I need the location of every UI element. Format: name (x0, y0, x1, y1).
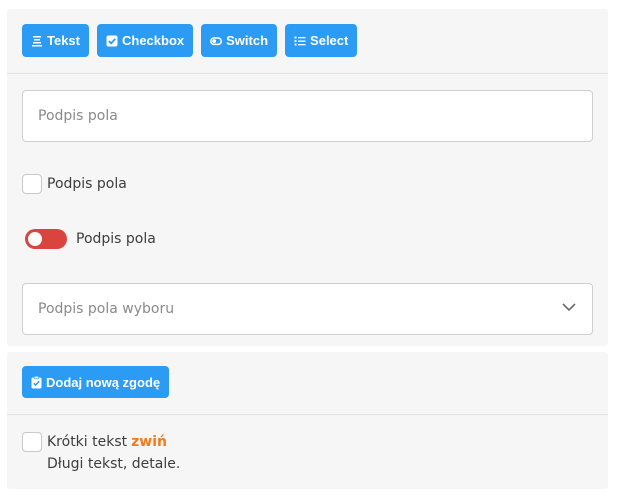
text-field-input[interactable] (22, 90, 593, 142)
consent-long-text: Długi tekst, detale. (47, 456, 181, 472)
collapse-link[interactable]: zwiń (131, 434, 167, 450)
checkbox-checked-icon (106, 35, 118, 47)
consent-checkbox[interactable] (22, 432, 42, 452)
add-select-field-label: Select (310, 33, 349, 48)
add-checkbox-field-label: Checkbox (122, 33, 185, 48)
checkbox-field: Podpis pola (22, 174, 127, 194)
add-consent-button[interactable]: Dodaj nową zgodę (22, 366, 170, 398)
text-align-icon (31, 35, 43, 47)
consent-text: Krótki tekst zwiń Długi tekst, detale. (47, 431, 180, 475)
add-consent-label: Dodaj nową zgodę (46, 374, 161, 390)
toggle-icon (210, 35, 223, 47)
switch-field-toggle[interactable] (25, 229, 67, 249)
switch-field-label: Podpis pola (76, 231, 156, 247)
consents-panel: Dodaj nową zgodę Krótki tekst zwiń Długi … (7, 352, 608, 489)
add-select-field-button[interactable]: Select (285, 24, 358, 57)
clipboard-check-icon (31, 375, 42, 389)
add-switch-field-label: Switch (226, 33, 269, 48)
field-type-toolbar: Tekst Checkbox Switch Select (22, 24, 358, 57)
checkbox-field-box[interactable] (22, 174, 42, 194)
switch-knob (28, 232, 42, 246)
add-text-field-label: Tekst (47, 33, 80, 48)
add-checkbox-field-button[interactable]: Checkbox (97, 24, 194, 57)
consent-item: Krótki tekst zwiń Długi tekst, detale. (22, 432, 180, 475)
toolbar-divider (7, 73, 608, 74)
list-icon (294, 35, 306, 47)
consents-divider (7, 414, 608, 415)
switch-field: Podpis pola (25, 229, 156, 249)
select-field-placeholder: Podpis pola wyboru (38, 301, 175, 317)
consent-short-text: Krótki tekst (47, 434, 128, 450)
checkbox-field-label: Podpis pola (47, 176, 127, 192)
chevron-down-icon (561, 299, 577, 319)
form-builder-panel: Tekst Checkbox Switch Select Podpis pola (7, 9, 608, 346)
select-field-dropdown[interactable]: Podpis pola wyboru (22, 283, 593, 335)
consent-short-line: Krótki tekst zwiń (47, 431, 180, 453)
add-text-field-button[interactable]: Tekst (22, 24, 89, 57)
add-switch-field-button[interactable]: Switch (201, 24, 278, 57)
